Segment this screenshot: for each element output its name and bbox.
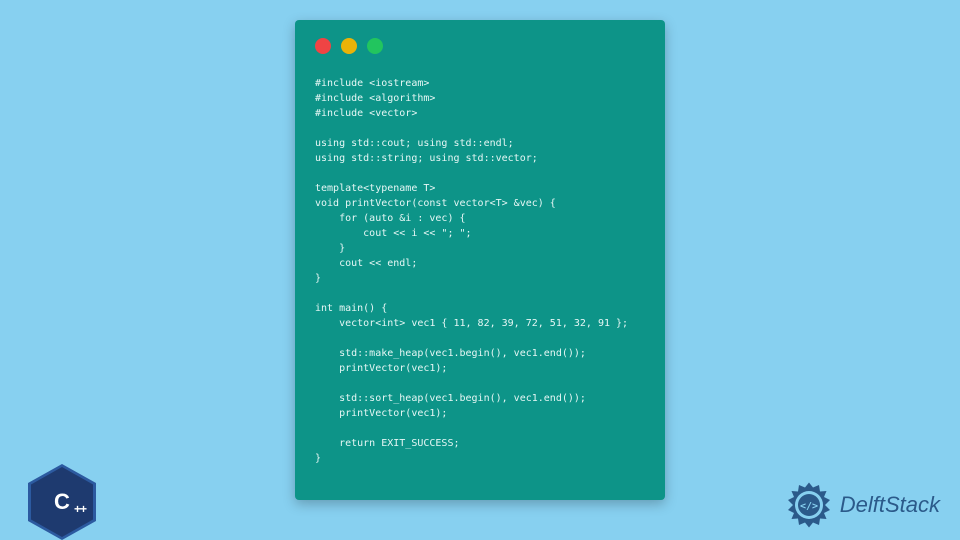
code-window: #include <iostream> #include <algorithm>… [295, 20, 665, 500]
code-block: #include <iostream> #include <algorithm>… [315, 76, 645, 466]
gear-icon: </> [784, 480, 834, 530]
delftstack-logo: </> DelftStack [784, 480, 940, 530]
cpp-logo: C ++ [28, 464, 96, 540]
close-icon [315, 38, 331, 54]
cpp-logo-plus: ++ [74, 502, 86, 516]
minimize-icon [341, 38, 357, 54]
maximize-icon [367, 38, 383, 54]
svg-text:</>: </> [800, 501, 818, 512]
cpp-logo-letter: C [54, 489, 70, 515]
traffic-lights [315, 38, 645, 54]
delftstack-text: DelftStack [840, 492, 940, 518]
